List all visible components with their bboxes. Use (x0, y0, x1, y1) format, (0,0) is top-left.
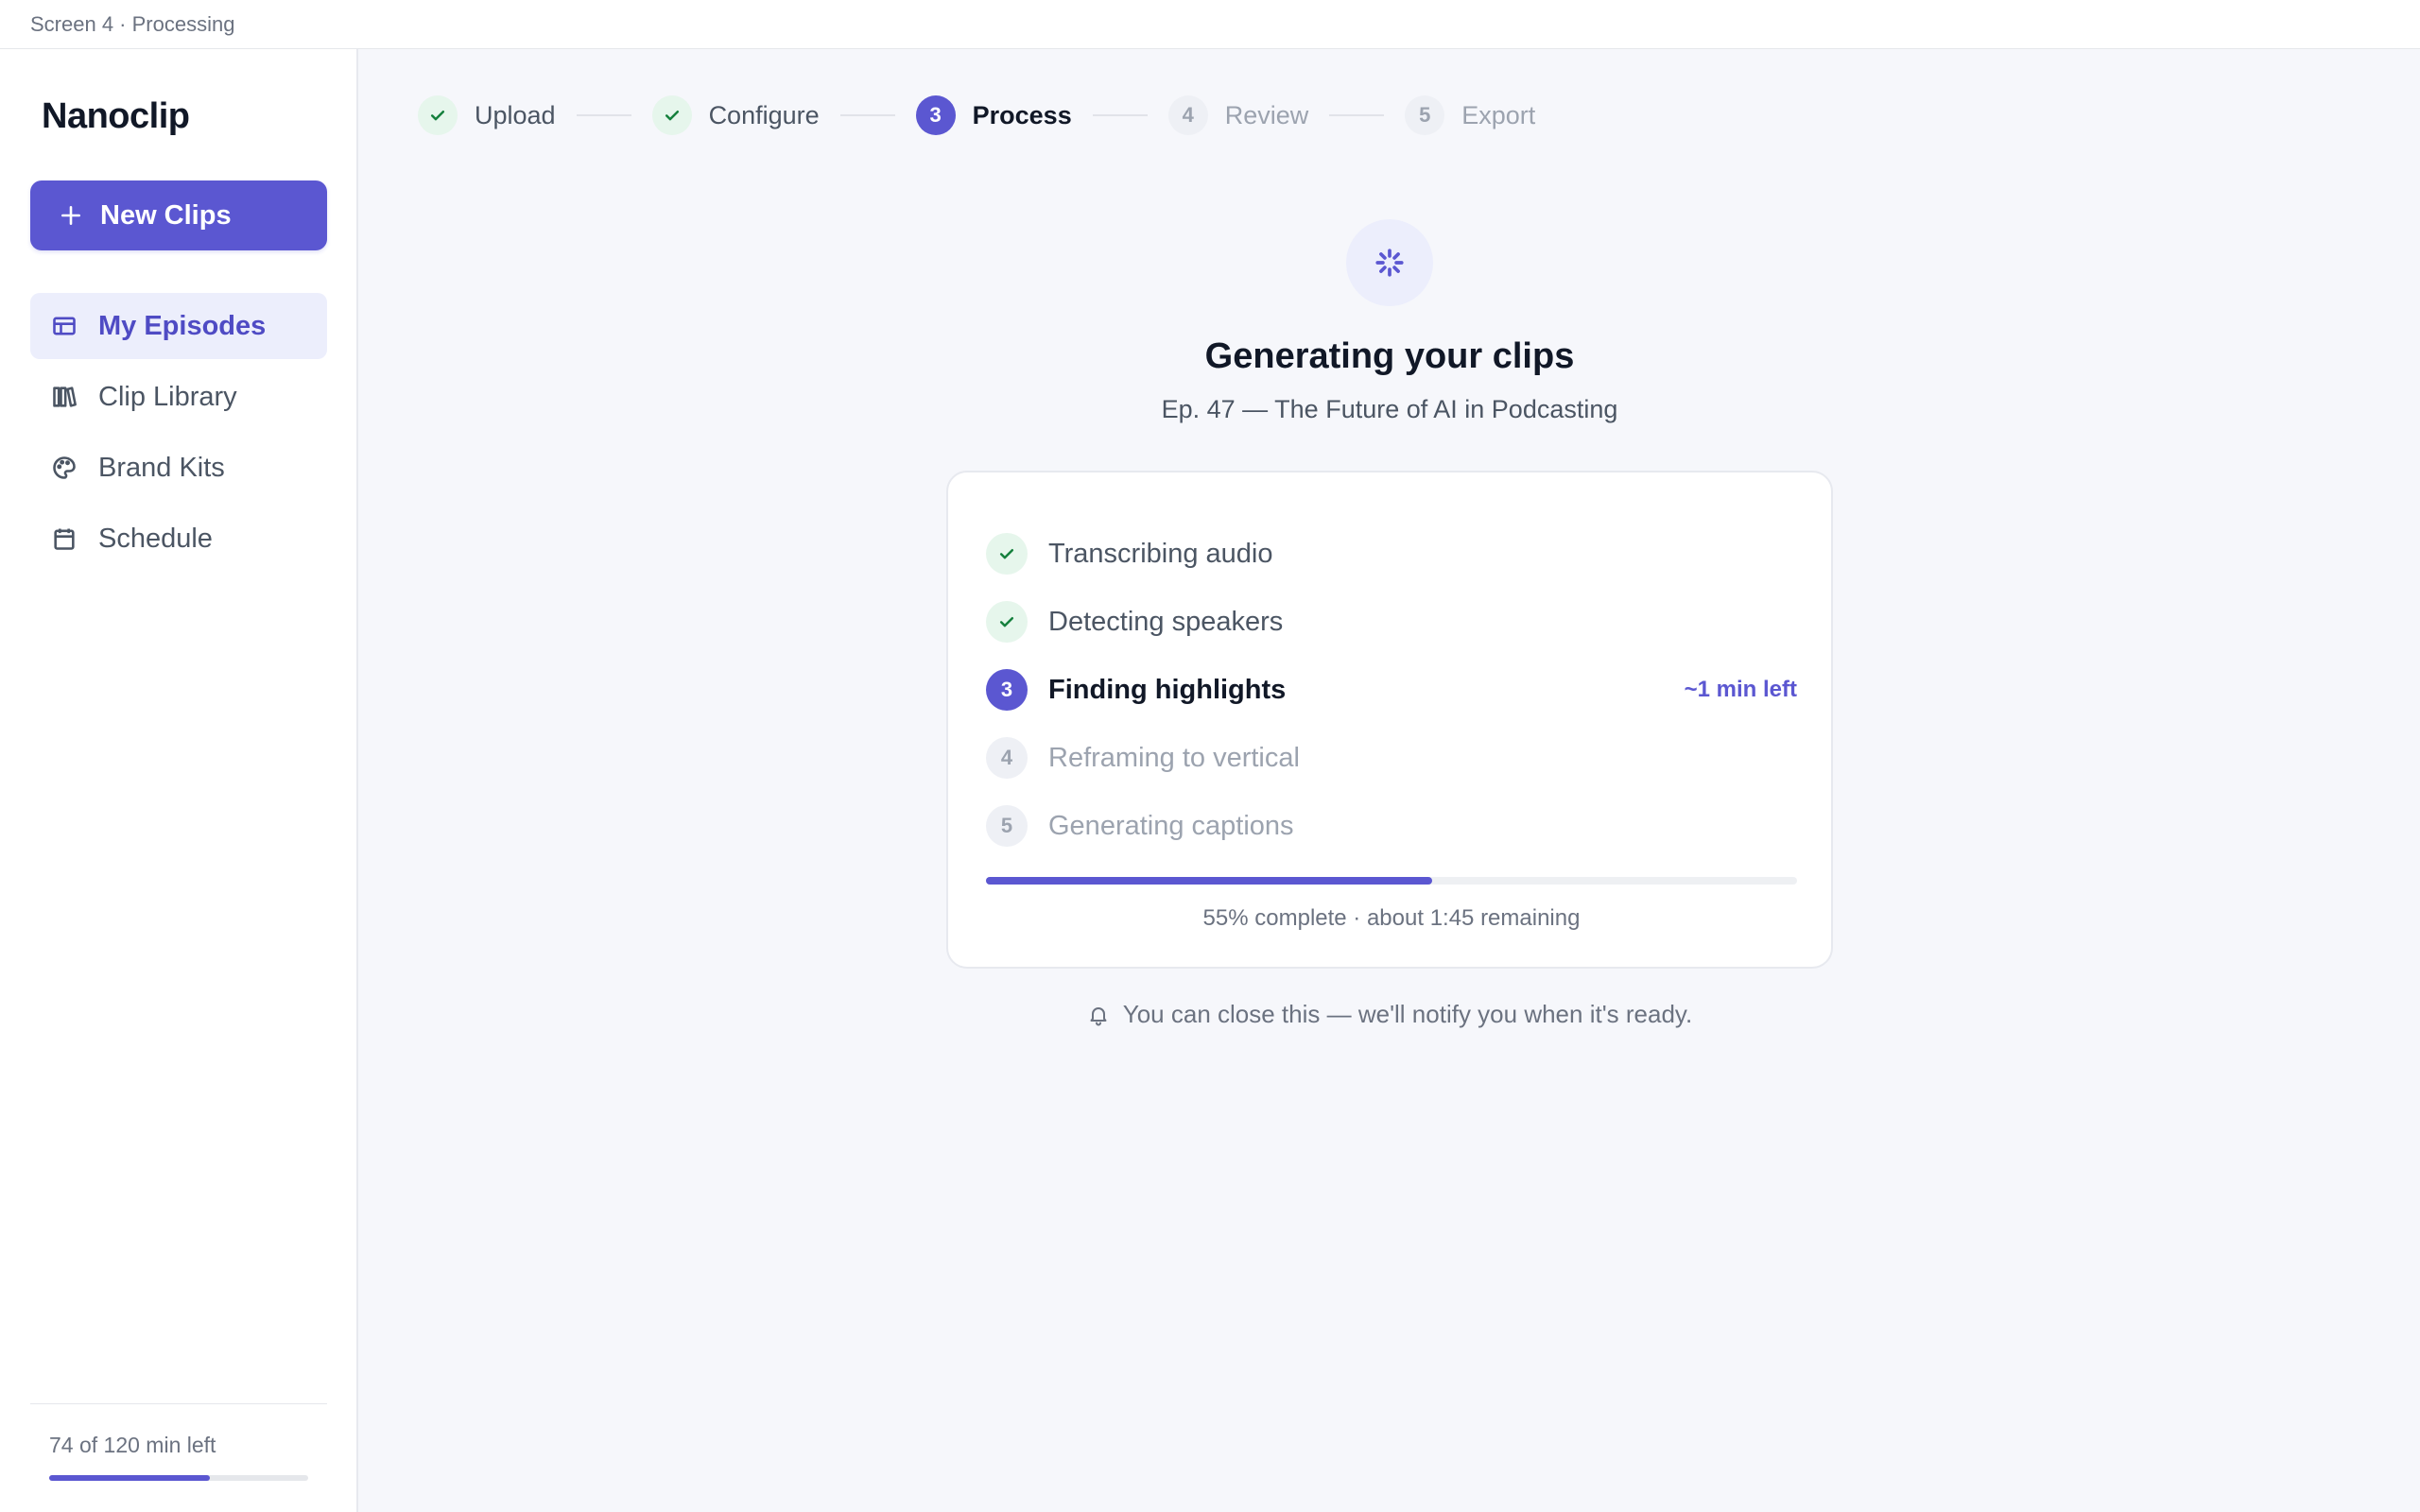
task-number: 5 (986, 805, 1028, 847)
step-number: 3 (915, 95, 956, 135)
progress-text: 55% complete · about 1:45 remaining (1202, 905, 1581, 931)
step-process: 3 Process (915, 95, 1072, 135)
sidebar-item-brand-kits[interactable]: Brand Kits (30, 435, 327, 501)
screen-caption-bar: Screen 4 · Processing (0, 0, 2420, 49)
step-review: 4 Review (1167, 95, 1309, 135)
task-row: 3 Finding highlights ~1 min left (986, 656, 1797, 724)
step-label: Process (972, 100, 1072, 129)
step-number: 5 (1405, 95, 1445, 135)
check-icon (418, 95, 458, 135)
task-row: 4 Reframing to vertical (986, 724, 1797, 792)
step-label: Review (1224, 100, 1309, 129)
usage-meter: 74 of 120 min left (30, 1403, 327, 1481)
sidebar-item-clip-library[interactable]: Clip Library (30, 364, 327, 430)
check-icon (651, 95, 692, 135)
usage-bar (49, 1475, 308, 1481)
notify-message: You can close this — we'll notify you wh… (1011, 1000, 1768, 1029)
episode-subtitle: Ep. 47 — The Future of AI in Podcasting (1161, 395, 1618, 423)
table-icon (51, 313, 78, 339)
task-list: Transcribing audio Detecting speakers 3 … (986, 520, 1797, 860)
task-label: Generating captions (1048, 810, 1294, 841)
step-label: Upload (475, 100, 556, 129)
step-label: Export (1461, 100, 1536, 129)
plus-icon (61, 206, 80, 225)
check-icon (986, 601, 1028, 643)
sidebar-item-label: Schedule (98, 523, 213, 554)
task-label: Transcribing audio (1048, 538, 1273, 569)
processing-card: Transcribing audio Detecting speakers 3 … (946, 471, 1833, 969)
step-connector (1329, 114, 1385, 116)
step-export: 5 Export (1405, 95, 1535, 135)
step-configure: Configure (651, 95, 820, 135)
task-row: 5 Generating captions (986, 792, 1797, 860)
task-eta: ~1 min left (1684, 677, 1797, 702)
sidebar-nav: My Episodes Clip Library Brand Kits Sche… (30, 293, 327, 576)
task-row: Transcribing audio (986, 520, 1797, 588)
screen-caption: Screen 4 · Processing (30, 11, 235, 36)
progress-bar (986, 877, 1797, 885)
task-row: Detecting speakers (986, 588, 1797, 656)
check-icon (986, 533, 1028, 575)
task-label: Reframing to vertical (1048, 742, 1300, 773)
new-clips-button[interactable]: New Clips (30, 180, 327, 250)
library-icon (51, 384, 78, 410)
step-label: Configure (708, 100, 820, 129)
new-clips-label: New Clips (100, 199, 232, 231)
step-connector (576, 114, 631, 116)
step-connector (839, 114, 895, 116)
step-upload: Upload (418, 95, 556, 135)
usage-bar-fill (49, 1475, 210, 1481)
task-number: 4 (986, 737, 1028, 779)
app-logo: Nanoclip (42, 96, 190, 136)
page-title: Generating your clips (1204, 336, 1575, 376)
palette-icon (51, 455, 78, 481)
sidebar: Nanoclip New Clips My Episodes Clip Libr… (0, 49, 358, 1512)
progress-stepper: Upload Configure 3 Process 4 Review 5 Ex… (418, 94, 1535, 136)
sidebar-item-label: My Episodes (98, 310, 267, 341)
task-label: Finding highlights (1048, 674, 1287, 705)
sidebar-item-my-episodes[interactable]: My Episodes (30, 293, 327, 359)
bell-icon (1087, 1004, 1110, 1026)
step-connector (1092, 114, 1148, 116)
sidebar-item-label: Brand Kits (98, 452, 225, 483)
step-number: 4 (1167, 95, 1208, 135)
task-label: Detecting speakers (1048, 606, 1284, 637)
usage-text: 74 of 120 min left (49, 1433, 216, 1457)
notify-text: You can close this — we'll notify you wh… (1122, 1000, 1693, 1028)
sidebar-item-label: Clip Library (98, 381, 237, 412)
sidebar-item-schedule[interactable]: Schedule (30, 506, 327, 572)
calendar-icon (51, 525, 78, 552)
task-number: 3 (986, 669, 1028, 711)
progress-bar-fill (986, 877, 1432, 885)
spinner-icon (1346, 219, 1433, 306)
